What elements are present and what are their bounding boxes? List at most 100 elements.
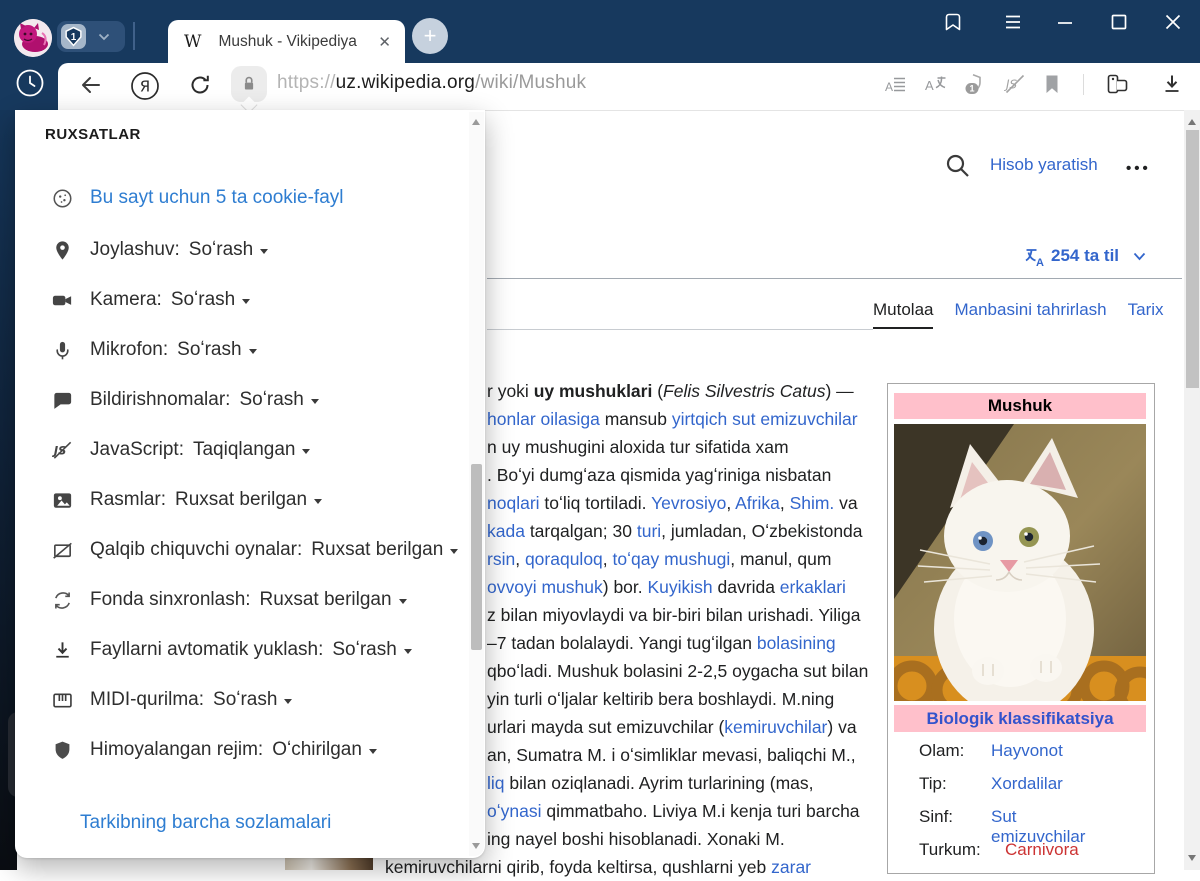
search-icon[interactable] <box>944 152 972 180</box>
dropdown-caret-icon[interactable] <box>369 749 377 754</box>
taxobox-value-link[interactable]: Hayvonot <box>991 741 1063 761</box>
article-link[interactable]: kemiruvchilar <box>724 717 827 737</box>
kitten-image <box>894 424 1146 701</box>
article-line: yin turli oʻljalar keltirib bera boshlay… <box>487 685 834 713</box>
wiki-tab-tarix[interactable]: Tarix <box>1128 300 1164 320</box>
wiki-tab-mutolaa[interactable]: Mutolaa <box>873 300 933 320</box>
article-link[interactable]: liq <box>487 773 505 793</box>
dropdown-caret-icon[interactable] <box>399 599 407 604</box>
protect-shield-icon[interactable]: 1 <box>962 72 986 96</box>
dropdown-caret-icon[interactable] <box>260 249 268 254</box>
article-text: , jumladan, Oʻzbekistonda <box>661 521 862 541</box>
new-tab-button[interactable]: + <box>412 18 448 54</box>
language-icon[interactable]: A <box>1023 245 1047 269</box>
article-line: r yoki uy mushuklari (Felis Silvestris C… <box>487 377 854 405</box>
scroll-down-arrow-icon[interactable] <box>1188 855 1196 861</box>
dropdown-caret-icon[interactable] <box>302 449 310 454</box>
permission-value-dropdown[interactable]: Soʻrash <box>213 689 277 711</box>
collections-icon[interactable] <box>1103 72 1131 96</box>
translate-icon[interactable]: A <box>924 72 948 96</box>
scroll-up-arrow-icon[interactable] <box>1188 119 1196 125</box>
dropdown-caret-icon[interactable] <box>284 699 292 704</box>
popups-icon <box>50 538 74 562</box>
permission-value-dropdown[interactable]: Soʻrash <box>332 639 396 661</box>
page-scrollbar-thumb[interactable] <box>1186 130 1199 388</box>
tab-close-icon[interactable]: ✕ <box>378 33 391 51</box>
cookies-link[interactable]: Bu sayt uchun 5 ta cookie-fayl <box>90 187 343 209</box>
scroll-down-arrow-icon[interactable] <box>472 843 480 849</box>
tabs-rule <box>487 329 873 330</box>
permission-value-dropdown[interactable]: Soʻrash <box>239 389 303 411</box>
permission-value-dropdown[interactable]: Ruxsat berilgan <box>175 489 307 511</box>
refresh-icon[interactable] <box>187 72 213 98</box>
language-selector[interactable]: 254 ta til <box>1051 246 1119 266</box>
panel-scrollbar-thumb[interactable] <box>471 464 482 650</box>
article-link[interactable]: rsin <box>487 549 515 569</box>
permission-label: Joylashuv: <box>90 239 180 261</box>
article-link[interactable]: Kuyikish <box>648 577 713 597</box>
dropdown-caret-icon[interactable] <box>450 549 458 554</box>
dropdown-caret-icon[interactable] <box>242 299 250 304</box>
menu-icon[interactable] <box>1001 10 1025 34</box>
create-account-link[interactable]: Hisob yaratish <box>990 155 1098 175</box>
side-panel-icon[interactable] <box>941 10 965 34</box>
chevron-down-icon[interactable] <box>1133 252 1146 261</box>
yandex-services-icon[interactable]: Я <box>130 71 160 101</box>
all-content-settings-link[interactable]: Tarkibning barcha sozlamalari <box>80 812 331 834</box>
article-link[interactable]: ovvoyi mushuk <box>487 577 603 597</box>
article-link[interactable]: Shim. <box>790 493 835 513</box>
dropdown-caret-icon[interactable] <box>249 349 257 354</box>
article-link[interactable]: qoraquloq <box>525 549 603 569</box>
more-options-icon[interactable]: ••• <box>1126 160 1151 177</box>
permission-value-dropdown[interactable]: Ruxsat berilgan <box>260 589 392 611</box>
taxobox-value-link[interactable]: Xordalilar <box>991 774 1063 794</box>
active-tab[interactable]: W Mushuk - Vikipediya ✕ <box>168 20 405 63</box>
tab-group-pill[interactable]: 1 <box>57 21 125 52</box>
back-icon[interactable] <box>78 72 104 98</box>
address-bar[interactable]: https://uz.wikipedia.org/wiki/Mushuk <box>277 72 586 94</box>
history-clock-icon[interactable] <box>15 68 45 98</box>
permission-value-dropdown[interactable]: Ruxsat berilgan <box>311 539 443 561</box>
article-link[interactable]: kada <box>487 521 525 541</box>
permission-value-dropdown[interactable]: Soʻrash <box>177 339 241 361</box>
article-link[interactable]: yirtqich sut emizuvchilar <box>672 409 858 429</box>
article-link[interactable]: honlar oilasiga <box>487 409 600 429</box>
permission-value-dropdown[interactable]: Soʻrash <box>171 289 235 311</box>
cookie-icon <box>50 186 74 210</box>
article-text: , <box>780 493 790 513</box>
close-icon[interactable] <box>1161 10 1185 34</box>
article-link[interactable]: Afrika <box>735 493 780 513</box>
taxobox-section-header[interactable]: Biologik klassifikatsiya <box>894 705 1146 732</box>
maximize-icon[interactable] <box>1107 10 1131 34</box>
article-link[interactable]: turi <box>637 521 661 541</box>
profile-avatar[interactable] <box>14 19 52 57</box>
permission-label: Mikrofon: <box>90 339 168 361</box>
javascript-toolbar-icon[interactable]: JS <box>1003 72 1027 96</box>
article-link[interactable]: oʻynasi <box>487 801 541 821</box>
article-text: . Boʻyi dumgʻaza qismida yagʻriniga nisb… <box>487 465 831 485</box>
scroll-up-arrow-icon[interactable] <box>472 119 480 125</box>
dropdown-caret-icon[interactable] <box>404 649 412 654</box>
minimize-icon[interactable] <box>1053 10 1077 34</box>
article-link[interactable]: bolasining <box>757 633 836 653</box>
dropdown-caret-icon[interactable] <box>314 499 322 504</box>
wiki-tab-manbasini-tahrirlash[interactable]: Manbasini tahrirlash <box>954 300 1106 320</box>
dropdown-caret-icon[interactable] <box>311 399 319 404</box>
article-text: tarqalgan; 30 <box>525 521 637 541</box>
article-link[interactable]: noqlari <box>487 493 540 513</box>
article-link[interactable]: erkaklari <box>780 577 846 597</box>
panel-scrollbar[interactable] <box>469 112 484 856</box>
permission-value-dropdown[interactable]: Taqiqlangan <box>193 439 295 461</box>
bookmark-icon[interactable] <box>1040 72 1064 96</box>
article-link[interactable]: Yevrosiyo <box>651 493 726 513</box>
url-scheme: https:// <box>277 72 336 93</box>
taxobox-value-link[interactable]: Carnivora <box>1005 840 1079 860</box>
article-link[interactable]: zarar <box>771 857 811 877</box>
article-text: davrida <box>713 577 780 597</box>
permission-value-dropdown[interactable]: Oʻchirilgan <box>272 739 362 761</box>
article-link[interactable]: toʻqay mushugi <box>613 549 731 569</box>
page-scrollbar[interactable] <box>1184 110 1200 870</box>
reader-mode-icon[interactable]: A <box>884 72 908 96</box>
downloads-icon[interactable] <box>1160 72 1184 96</box>
permission-value-dropdown[interactable]: Soʻrash <box>189 239 253 261</box>
